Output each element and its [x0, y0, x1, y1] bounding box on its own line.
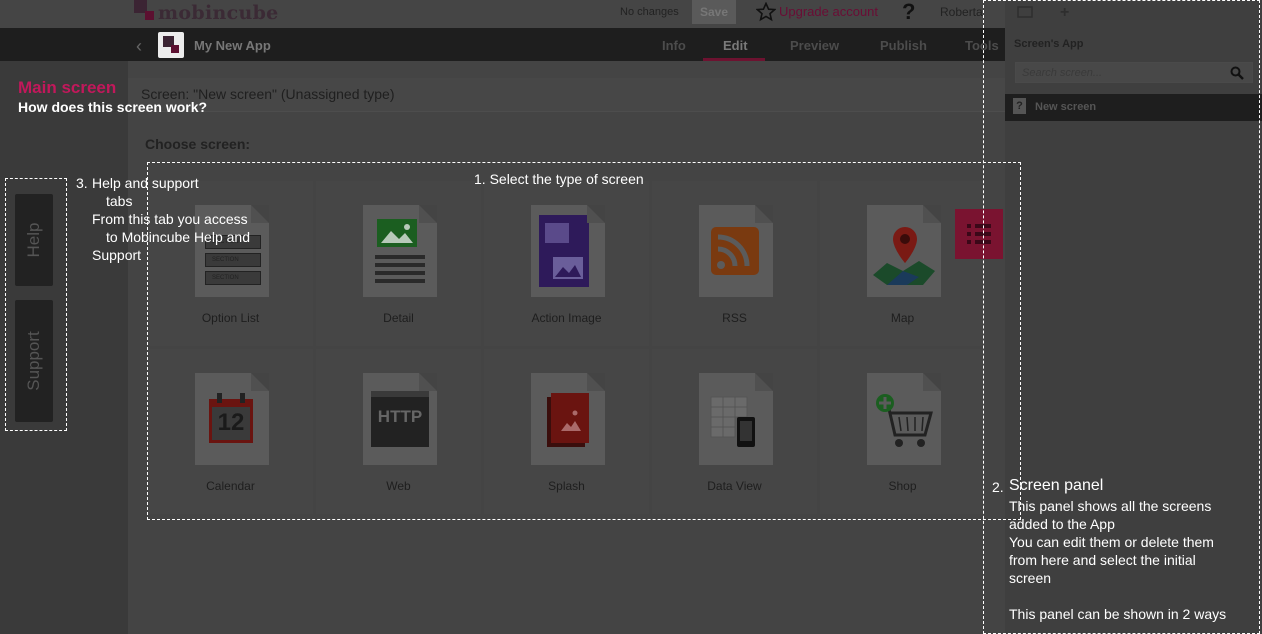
step3-line: tabs: [106, 193, 133, 209]
step2-number: 2.: [992, 479, 1004, 495]
step3-line: to Mobincube Help and: [106, 229, 250, 245]
tab-preview[interactable]: Preview: [790, 38, 839, 53]
support-tab-label: Support: [24, 331, 43, 391]
help-question-icon[interactable]: ?: [902, 0, 915, 25]
step3-number: 3.: [76, 175, 88, 191]
screen-type-calendar[interactable]: 12 Calendar: [148, 349, 313, 514]
screen-type-label: RSS: [722, 311, 747, 325]
action-image-icon: [531, 205, 605, 297]
screen-type-action-image[interactable]: Action Image: [484, 181, 649, 346]
screen-type-data-view[interactable]: Data View: [652, 349, 817, 514]
splash-icon: [531, 373, 605, 465]
screen-panel-title: Screen's App: [1014, 38, 1084, 50]
screen-type-label: Action Image: [531, 311, 602, 325]
overlay-main-title: Main screen: [18, 78, 117, 97]
tab-publish[interactable]: Publish: [880, 38, 927, 53]
calendar-icon: 12: [195, 373, 269, 465]
choose-screen-heading: Choose screen:: [145, 136, 251, 152]
save-button[interactable]: Save: [692, 0, 736, 24]
support-tab[interactable]: Support: [15, 300, 53, 422]
screen-type-detail[interactable]: Detail: [316, 181, 481, 346]
tab-info[interactable]: Info: [662, 38, 686, 53]
step2-line: You can edit them or delete them: [1009, 534, 1214, 550]
tab-tools[interactable]: Tools: [965, 38, 999, 53]
help-tab-label: Help: [24, 222, 43, 258]
search-icon[interactable]: [1230, 66, 1244, 80]
screen-type-splash[interactable]: Splash: [484, 349, 649, 514]
overlay-main-subtitle: How does this screen work?: [18, 99, 208, 115]
app-icon[interactable]: [158, 32, 184, 58]
screen-type-label: Option List: [201, 311, 260, 325]
screen-type-shop[interactable]: Shop: [820, 349, 985, 514]
step2-line: This panel can be shown in 2 ways: [1009, 606, 1227, 622]
screen-type-option-list[interactable]: SECTION SECTION SECTION Option List: [148, 181, 313, 346]
logo-text[interactable]: mobincube: [158, 2, 279, 24]
screen-options-button[interactable]: [955, 209, 1003, 259]
screen-type-web[interactable]: HTTP Web: [316, 349, 481, 514]
star-icon[interactable]: [756, 2, 776, 22]
screen-type-label: Calendar: [206, 479, 255, 493]
screen-type-label: Splash: [548, 479, 585, 493]
map-icon: [867, 205, 941, 297]
web-http-text: HTTP: [377, 407, 423, 426]
step1-annotation: 1. Select the type of screen: [474, 171, 644, 187]
add-screen-icon[interactable]: +: [1060, 4, 1069, 22]
help-tab[interactable]: Help: [15, 194, 53, 286]
save-status: No changes: [620, 6, 679, 18]
step2-line: added to the App: [1009, 516, 1115, 532]
web-icon: HTTP: [363, 373, 437, 465]
screen-type-label: Detail: [383, 311, 414, 325]
rss-icon: [699, 205, 773, 297]
back-chevron-icon[interactable]: ‹: [136, 36, 142, 57]
main-content: [128, 61, 1005, 634]
mobincube-logo-icon[interactable]: [134, 0, 156, 22]
step2-line: from here and select the initial: [1009, 552, 1196, 568]
screen-list-item-label: New screen: [1035, 101, 1097, 113]
calendar-day-number: 12: [217, 409, 245, 436]
screen-type-label: Map: [890, 311, 915, 325]
search-screen-input[interactable]: [1015, 62, 1253, 83]
detail-icon: [363, 205, 437, 297]
screen-type-label: Shop: [888, 479, 917, 493]
step3-line: Support: [92, 247, 142, 263]
step3-line: From this tab you access: [92, 211, 248, 227]
step2-line: This panel shows all the screens: [1009, 498, 1212, 514]
app-nav-bar: [0, 28, 1005, 61]
unknown-screen-icon: ?: [1013, 98, 1026, 114]
screen-type-map[interactable]: Map: [820, 181, 985, 346]
collapse-panel-icon[interactable]: [1017, 6, 1033, 20]
screen-type-rss[interactable]: RSS: [652, 181, 817, 346]
app-name[interactable]: My New App: [194, 38, 271, 53]
tab-edit[interactable]: Edit: [723, 38, 748, 53]
upgrade-account-link[interactable]: Upgrade account: [779, 4, 878, 19]
step3-line: Help and support: [92, 175, 199, 191]
step2-title: Screen panel: [1009, 477, 1104, 494]
user-menu[interactable]: Roberta: [940, 5, 983, 19]
screen-type-label: Web: [386, 479, 411, 493]
screen-type-label: Data View: [707, 479, 762, 493]
shop-icon: [867, 373, 941, 465]
data-view-icon: [699, 373, 773, 465]
step2-line: screen: [1009, 570, 1052, 586]
